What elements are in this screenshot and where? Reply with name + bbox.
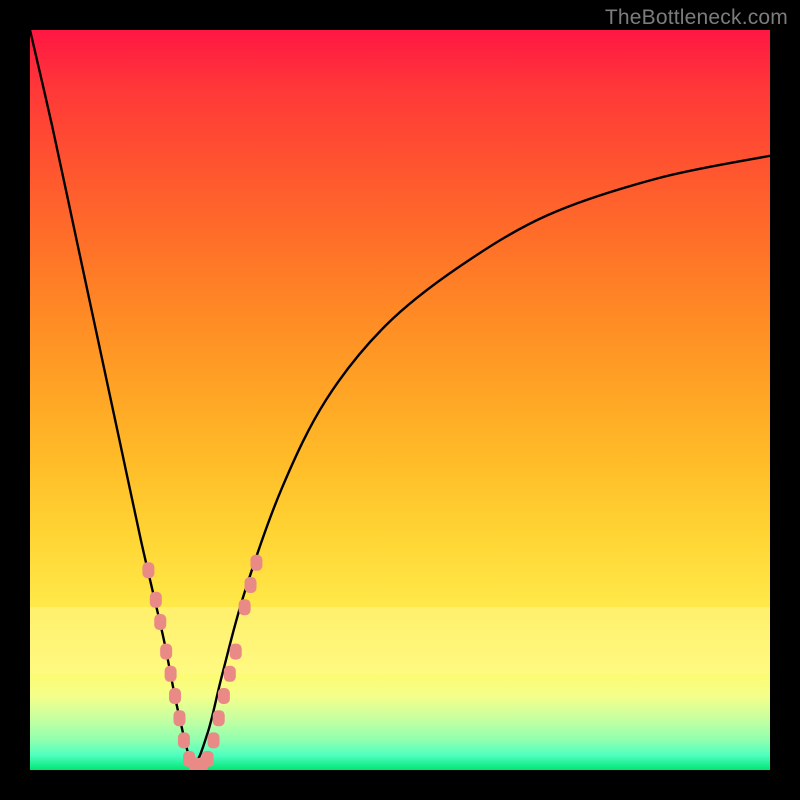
recommended-markers — [142, 555, 262, 770]
recommended-dot — [202, 751, 214, 767]
recommended-dot — [239, 599, 251, 615]
curve-layer — [30, 30, 770, 770]
bottleneck-curve — [30, 30, 770, 763]
recommended-dot — [208, 732, 220, 748]
recommended-dot — [178, 732, 190, 748]
recommended-dot — [224, 666, 236, 682]
recommended-dot — [250, 555, 262, 571]
recommended-dot — [154, 614, 166, 630]
recommended-dot — [142, 562, 154, 578]
watermark-text: TheBottleneck.com — [605, 6, 788, 30]
recommended-dot — [150, 592, 162, 608]
chart-frame: TheBottleneck.com — [0, 0, 800, 800]
recommended-dot — [218, 688, 230, 704]
recommended-dot — [213, 710, 225, 726]
recommended-dot — [165, 666, 177, 682]
recommended-dot — [173, 710, 185, 726]
plot-area — [30, 30, 770, 770]
recommended-dot — [169, 688, 181, 704]
recommended-dot — [245, 577, 257, 593]
recommended-dot — [230, 644, 242, 660]
recommended-dot — [160, 644, 172, 660]
